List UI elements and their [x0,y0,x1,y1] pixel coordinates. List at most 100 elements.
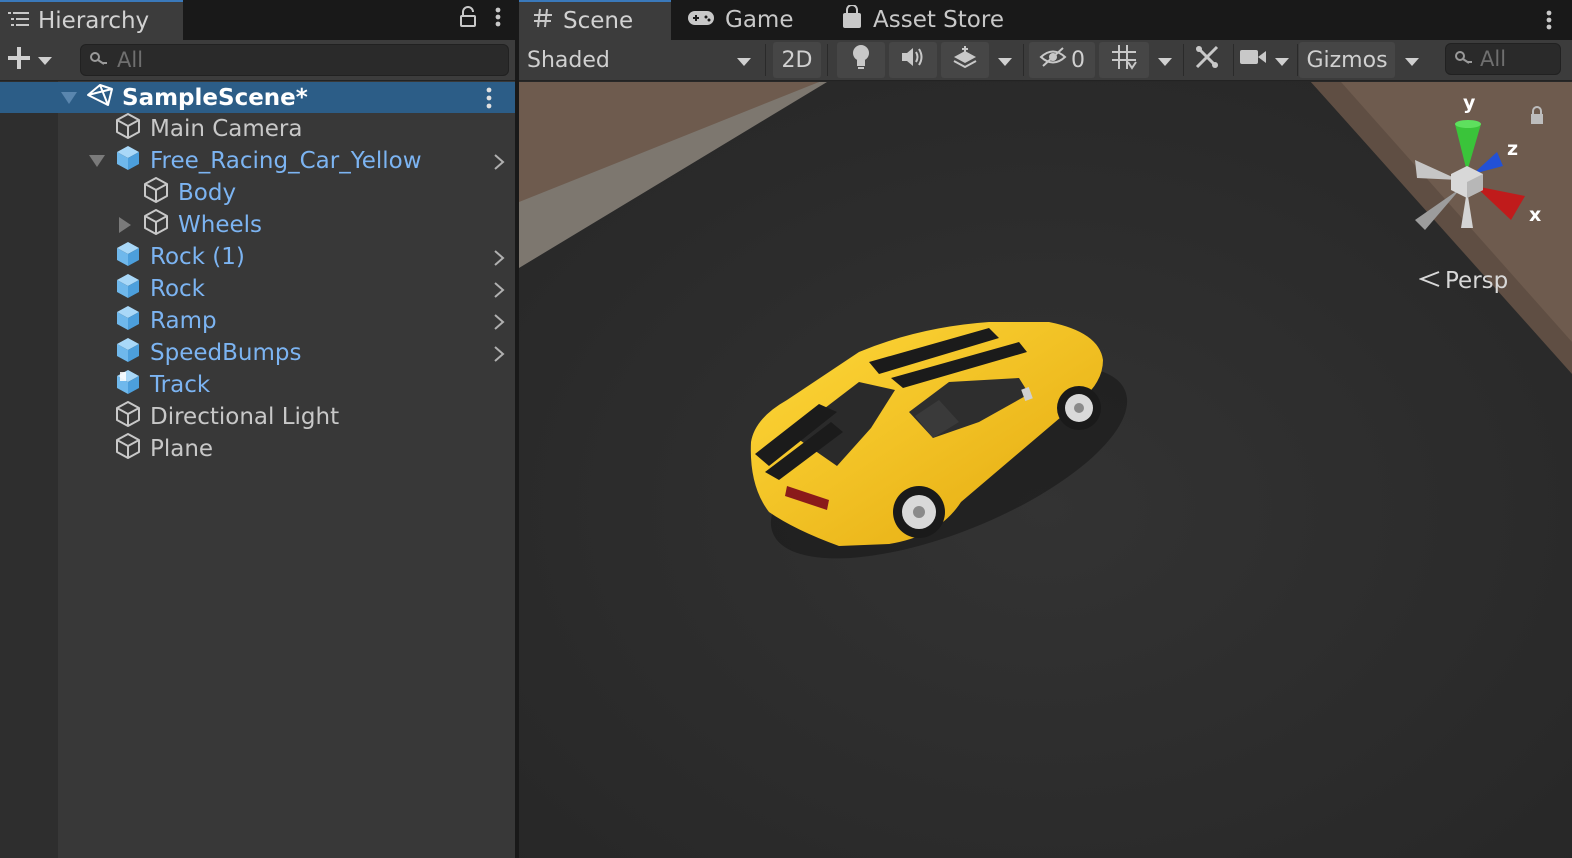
chevron-right-icon[interactable] [493,345,505,363]
lighting-toggle[interactable] [837,42,885,78]
item-label: Directional Light [150,404,340,430]
item-label: Free_Racing_Car_Yellow [150,148,422,174]
search-icon [89,48,109,72]
scene-search-placeholder: All [1480,47,1507,71]
grid-icon [1111,44,1137,76]
item-label: Main Camera [150,116,303,142]
gameobject-cube-icon [114,400,142,434]
list-item[interactable]: SpeedBumps [114,337,301,369]
item-label: Plane [150,436,214,462]
foldout-collapsed-icon[interactable] [116,216,134,234]
gamepad-icon [687,7,715,33]
item-label: Track [150,372,211,398]
camera-settings[interactable] [1235,42,1271,78]
list-item[interactable]: Directional Light [114,401,339,433]
search-placeholder: All [117,48,144,72]
prefab-cube-icon [114,240,142,274]
chevron-down-icon [737,48,751,73]
hierarchy-search-input[interactable]: All [80,44,509,76]
model-prefab-icon [114,368,142,402]
tools-icon [1194,44,1220,76]
projection-toggle[interactable]: Persp [1418,268,1509,294]
scene-toolbar: Shaded 2D 0 Gizmos All [519,40,1572,81]
chevron-down-icon [1405,48,1419,73]
axis-x-label: x [1529,204,1542,226]
create-button[interactable] [6,46,52,74]
chevron-right-icon[interactable] [493,313,505,331]
chevron-down-icon [1275,48,1289,73]
2d-toggle[interactable]: 2D [773,42,821,78]
prefab-cube-icon [114,336,142,370]
item-label: Rock (1) [150,244,245,270]
list-item[interactable]: Rock [114,273,205,305]
chevron-down-icon [1158,48,1172,73]
axis-z-label: z [1507,138,1519,160]
effects-toggle[interactable] [941,42,989,78]
tab-asset-store[interactable]: Asset Store [841,0,1021,40]
audio-toggle[interactable] [889,42,937,78]
scene-search-input[interactable]: All [1445,43,1561,75]
item-label: Body [178,180,237,206]
effects-dropdown[interactable] [991,42,1019,78]
scene-root-item[interactable]: SampleScene* [60,82,308,114]
list-item[interactable]: Wheels [116,209,262,241]
chevron-down-icon [38,51,52,70]
speaker-icon [900,46,926,74]
hierarchy-tab-bar: Hierarchy [0,0,515,40]
tab-hierarchy[interactable]: Hierarchy [0,0,183,40]
hierarchy-panel: Hierarchy All SampleScene* Main Camera F… [0,0,515,858]
gizmos-toggle[interactable]: Gizmos [1299,42,1395,78]
layers-icon [952,45,978,75]
hidden-objects-toggle[interactable]: 0 [1029,42,1095,78]
list-item[interactable]: Ramp [114,305,217,337]
eye-slash-icon [1039,46,1067,74]
list-item[interactable]: Plane [114,433,213,465]
gizmos-label: Gizmos [1306,47,1388,73]
prefab-cube-icon [114,304,142,338]
gameobject-cube-icon [142,208,170,242]
unity-scene-icon [86,83,114,113]
scene-viewport[interactable]: y z x Persp [519,82,1572,858]
tab-hierarchy-label: Hierarchy [38,8,150,34]
scene-kebab-icon[interactable] [485,86,493,114]
list-item[interactable]: Track [114,369,210,401]
prefab-cube-icon [114,272,142,306]
foldout-expanded-icon[interactable] [88,152,106,170]
draw-mode-dropdown[interactable]: Shaded [519,42,759,78]
kebab-menu-icon[interactable] [1546,9,1552,35]
chevron-right-icon[interactable] [493,281,505,299]
tab-game[interactable]: Game [687,0,827,40]
scene-name: SampleScene* [122,85,308,111]
gameobject-cube-icon [114,112,142,146]
chevron-right-icon[interactable] [493,153,505,171]
hidden-count: 0 [1071,47,1085,73]
chevron-right-icon[interactable] [493,249,505,267]
gameobject-cube-icon [114,432,142,466]
scene-tab-bar: Scene Game Asset Store [519,0,1572,40]
gizmos-dropdown[interactable] [1397,42,1427,78]
projection-label: Persp [1445,268,1509,294]
kebab-menu-icon[interactable] [495,6,501,32]
tools-toggle[interactable] [1183,42,1231,78]
list-item[interactable]: Free_Racing_Car_Yellow [88,145,422,177]
video-camera-icon [1239,47,1267,73]
lightbulb-icon [851,44,871,76]
scene-render [519,82,1572,858]
list-item[interactable]: Main Camera [114,113,302,145]
foldout-expanded-icon[interactable] [60,89,78,107]
lock-icon[interactable] [459,6,477,32]
list-item[interactable]: Rock (1) [114,241,245,273]
item-label: Wheels [178,212,262,238]
shopping-bag-icon [841,4,863,35]
item-label: SpeedBumps [150,340,302,366]
camera-dropdown[interactable] [1269,42,1295,78]
hash-icon [533,8,553,34]
axis-y-label: y [1463,92,1476,114]
grid-dropdown[interactable] [1151,42,1179,78]
grid-toggle[interactable] [1099,42,1149,78]
list-icon [8,8,30,34]
tab-scene[interactable]: Scene [519,0,671,40]
chevron-down-icon [998,48,1012,73]
chevron-left-icon [1418,268,1441,294]
list-item[interactable]: Body [142,177,236,209]
